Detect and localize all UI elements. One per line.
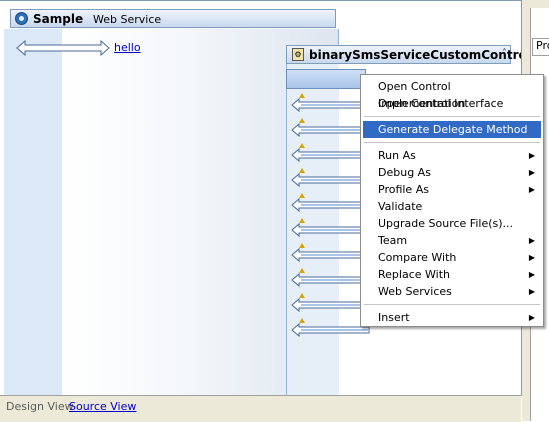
submenu-arrow-icon: ▶ [528,287,535,296]
menu-item-label: Upgrade Source File(s)... [378,217,514,230]
method-arrow[interactable] [291,247,371,263]
method-arrow[interactable] [291,172,371,188]
menu-item-label: Generate Delegate Method [378,123,528,136]
method-arrow[interactable] [291,147,371,163]
submenu-arrow-icon: ▶ [528,253,535,262]
menu-item-label: Insert [378,311,410,324]
submenu-arrow-icon: ▶ [528,313,535,322]
method-arrow[interactable] [291,197,371,213]
warning-icon [299,243,305,248]
submenu-arrow-icon: ▶ [528,270,535,279]
menu-item-label: Debug As [378,166,431,179]
client-lane [4,29,63,395]
menu-separator [364,142,540,143]
tab-design-view[interactable]: Design View [6,400,74,413]
menu-item-compare-with[interactable]: Compare With ▶ [363,249,541,266]
menu-item-web-services[interactable]: Web Services ▶ [363,283,541,300]
menu-item-debug-as[interactable]: Debug As ▶ [363,164,541,181]
method-arrow[interactable] [291,272,371,288]
menu-item-insert[interactable]: Insert ▶ [363,309,541,326]
submenu-arrow-icon: ▶ [528,236,535,245]
menu-item-label: Replace With [378,268,450,281]
method-arrow[interactable] [291,122,371,138]
double-chevron-up-icon[interactable]: ˄ [502,48,507,59]
menu-item-team[interactable]: Team ▶ [363,232,541,249]
control-name: binarySmsServiceCustomControl [309,48,522,62]
submenu-arrow-icon: ▶ [528,151,535,160]
tab-source-view[interactable]: Source View [69,400,136,413]
warning-icon [299,93,305,98]
menu-item-label: Validate [378,200,423,213]
menu-item-validate[interactable]: Validate [363,198,541,215]
warning-icon [299,218,305,223]
menu-item-label: Web Services [378,285,452,298]
warning-icon [299,193,305,198]
warning-icon [299,293,305,298]
menu-item-open-control-implementation[interactable]: Open Control Implementation [363,78,541,110]
menu-separator [364,116,540,117]
control-icon: ⚙ [292,48,304,61]
warning-icon [299,268,305,273]
warning-icon [299,318,305,323]
submenu-arrow-icon: ▶ [528,168,535,177]
menu-item-profile-as[interactable]: Profile As ▶ [363,181,541,198]
menu-item-run-as[interactable]: Run As ▶ [363,147,541,164]
context-menu: Open Control Implementation Open Control … [360,74,544,327]
warning-icon [299,168,305,173]
method-arrow[interactable] [291,222,371,238]
menu-item-label: Open Control Interface [378,97,504,110]
control-header[interactable]: ⚙ binarySmsServiceCustomControl ˄ [286,45,521,64]
menu-item-upgrade-source-file-s[interactable]: Upgrade Source File(s)... [363,215,541,232]
menu-item-label: Run As [378,149,416,162]
menu-separator [364,304,540,305]
submenu-arrow-icon: ▶ [528,185,535,194]
service-name: Sample [33,12,84,26]
menu-item-replace-with[interactable]: Replace With ▶ [363,266,541,283]
service-type: Web Service [93,13,162,26]
method-arrow[interactable] [291,297,371,313]
operation-hello-link[interactable]: hello [114,41,141,54]
warning-icon [299,143,305,148]
menu-item-generate-delegate-method[interactable]: Generate Delegate Method [363,121,541,138]
service-header[interactable]: Sample Web Service [10,9,336,28]
tab-properties[interactable]: Pro [532,38,549,56]
operation-arrow[interactable] [15,39,111,57]
menu-item-label: Compare With [378,251,457,264]
web-service-icon [15,12,28,25]
menu-item-open-control-interface[interactable]: Open Control Interface [363,95,541,112]
method-arrow[interactable] [291,322,371,338]
warning-icon [299,118,305,123]
menu-item-label: Team [378,234,408,247]
control-lane-header[interactable] [286,69,366,89]
menu-item-label: Profile As [378,183,429,196]
view-tab-bar: Design View Source View [0,395,521,422]
method-arrow[interactable] [291,97,371,113]
